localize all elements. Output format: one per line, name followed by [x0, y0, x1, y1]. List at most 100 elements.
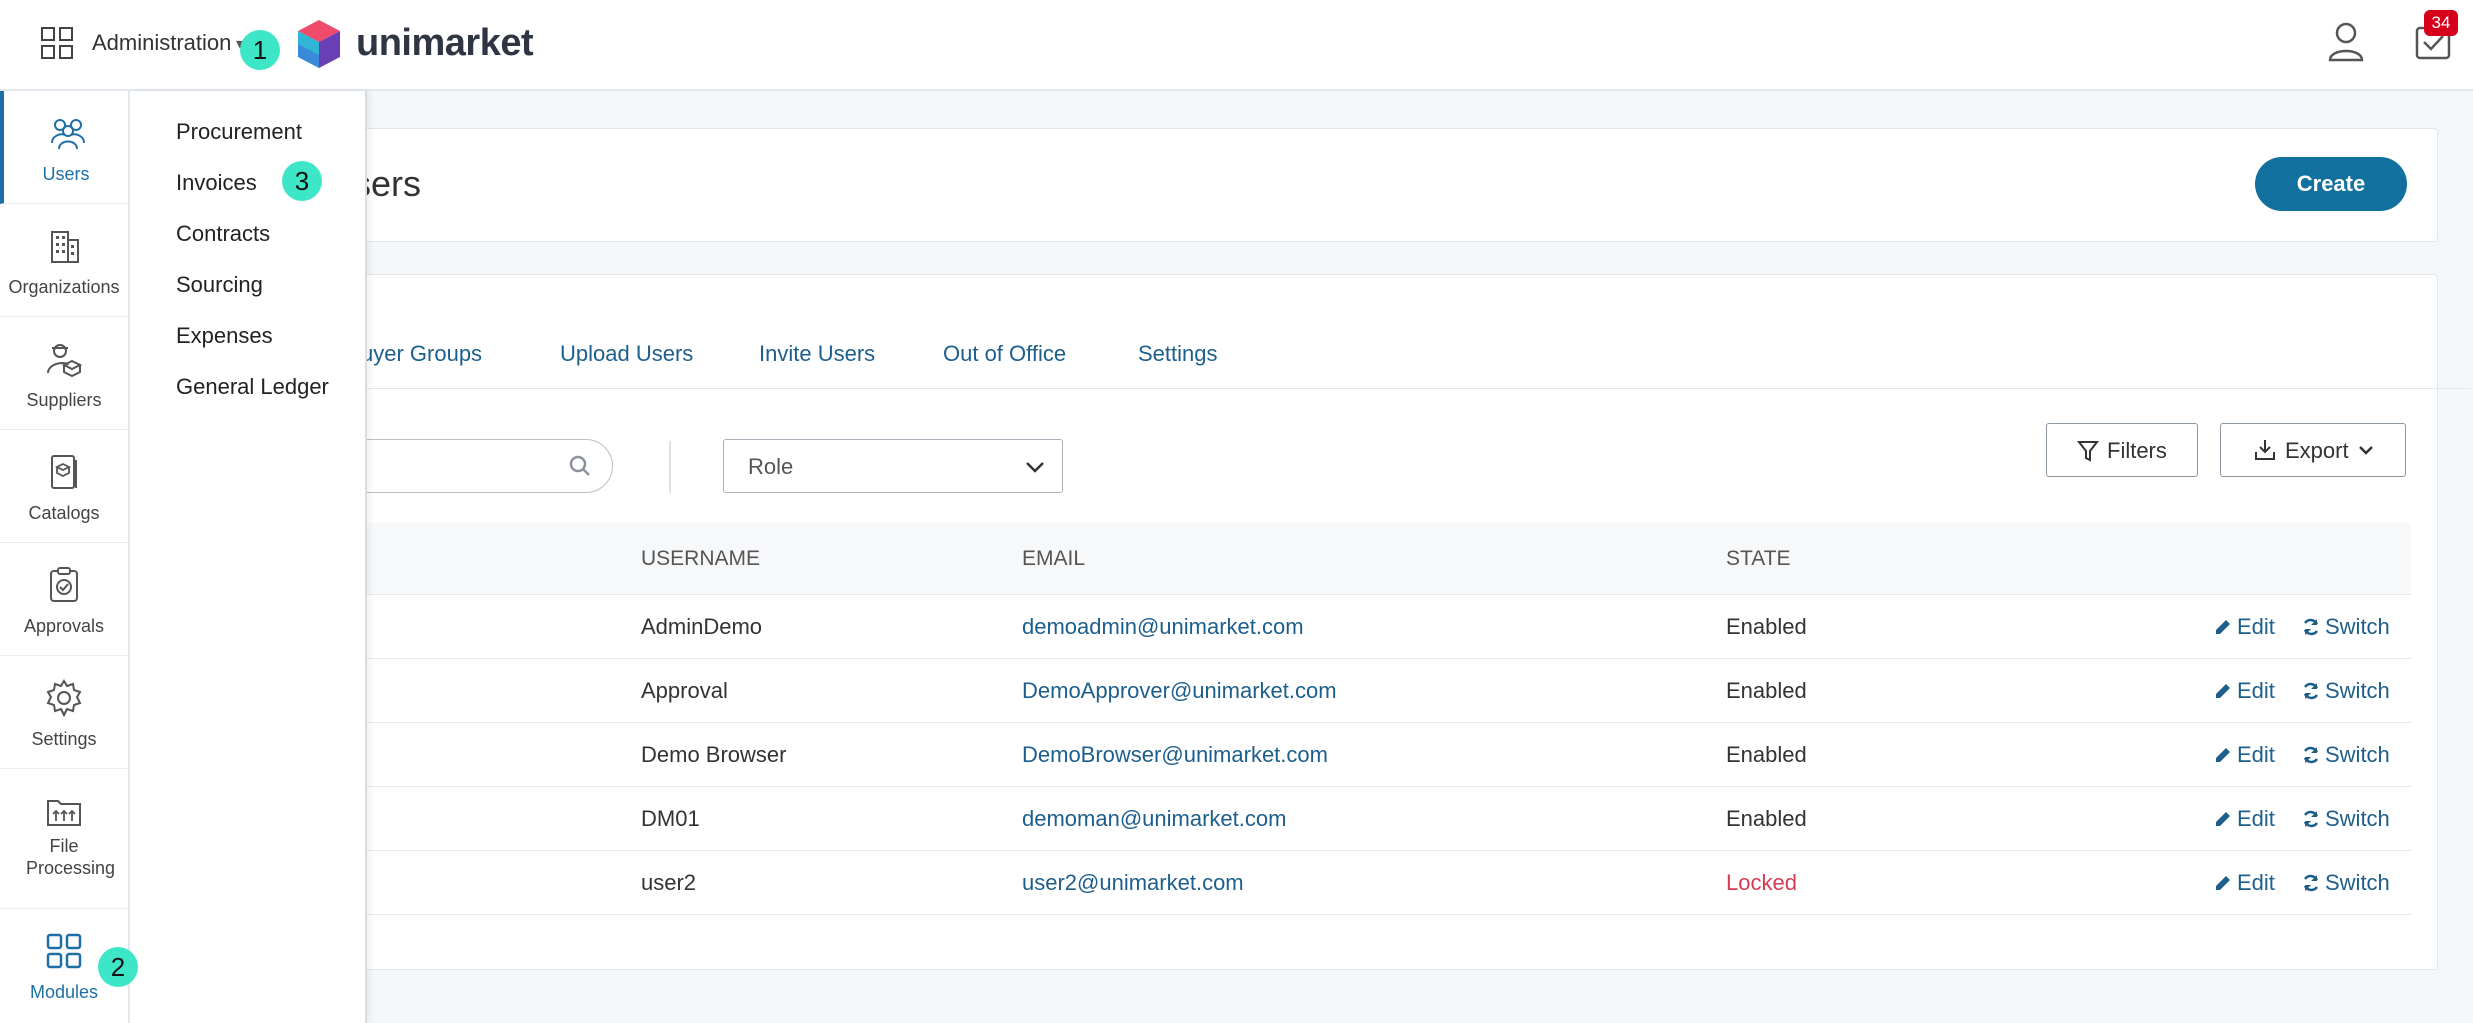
annotation-marker-3: 3	[282, 161, 322, 201]
role-select[interactable]: Role	[723, 439, 1063, 493]
email-link[interactable]: demoadmin@unimarket.com	[1022, 614, 1304, 640]
username-cell: AdminDemo	[641, 614, 763, 639]
column-header-username[interactable]: USERNAME	[641, 547, 760, 571]
state-cell-locked: Locked	[1726, 870, 1797, 895]
users-icon	[51, 119, 85, 150]
email-link[interactable]: demoman@unimarket.com	[1022, 806, 1286, 832]
pencil-icon	[2216, 620, 2230, 634]
table-row: r Demo Browser DemoBrowser@unimarket.com…	[301, 723, 2411, 787]
sidebar-item-label: Approvals	[23, 616, 105, 636]
filters-button[interactable]: Filters	[2046, 423, 2198, 477]
filter-divider	[669, 441, 671, 493]
edit-link[interactable]: Edit	[2213, 806, 2275, 832]
sidebar-item-label: Suppliers	[26, 390, 102, 410]
edit-link[interactable]: Edit	[2213, 678, 2275, 704]
switch-link-label: Switch	[2325, 870, 2390, 895]
switch-link[interactable]: Switch	[2301, 614, 2390, 640]
sidebar-item-file-processing[interactable]: File Processing	[0, 769, 128, 909]
module-switcher-label[interactable]: Administration	[92, 30, 231, 56]
sidebar: Users Organizations Suppliers Catalogs A…	[0, 91, 130, 1023]
file-processing-icon	[47, 800, 81, 826]
module-menu: Procurement Invoices Contracts Sourcing …	[130, 91, 367, 1023]
username-cell: DM01	[641, 806, 700, 831]
sidebar-item-label: Organizations	[8, 277, 120, 297]
users-card: uyer Groups Upload Users Invite Users Ou…	[299, 274, 2471, 970]
switch-link[interactable]: Switch	[2301, 806, 2390, 832]
state-cell: Enabled	[1726, 742, 1807, 767]
modules-grid-icon	[46, 933, 82, 969]
edit-link-label: Edit	[2237, 806, 2275, 831]
apps-grid-icon[interactable]	[40, 26, 74, 60]
table-row: er Approval DemoApprover@unimarket.com E…	[301, 659, 2411, 723]
unimarket-logo-icon	[298, 20, 340, 68]
sidebar-item-catalogs[interactable]: Catalogs	[0, 430, 128, 543]
role-select-value: Role	[748, 454, 794, 479]
state-cell: Enabled	[1726, 614, 1807, 639]
pencil-icon	[2216, 684, 2230, 698]
table-row: r DM01 demoman@unimarket.com Enabled Edi…	[301, 787, 2411, 851]
filters-button-label: Filters	[2107, 438, 2167, 463]
state-cell: Enabled	[1726, 806, 1807, 831]
email-link[interactable]: user2@unimarket.com	[1022, 870, 1244, 896]
tab-invite-users[interactable]: Invite Users	[759, 341, 875, 367]
email-link[interactable]: DemoApprover@unimarket.com	[1022, 678, 1337, 704]
page-header-card: sers Create	[300, 128, 2438, 242]
switch-link[interactable]: Switch	[2301, 678, 2390, 704]
switch-link[interactable]: Switch	[2301, 742, 2390, 768]
brand-name: unimarket	[356, 22, 534, 64]
sidebar-item-organizations[interactable]: Organizations	[0, 204, 128, 317]
edit-link[interactable]: Edit	[2213, 870, 2275, 896]
pencil-icon	[2216, 876, 2230, 890]
module-item-invoices[interactable]: Invoices	[176, 170, 257, 196]
pencil-icon	[2216, 748, 2230, 762]
sidebar-item-suppliers[interactable]: Suppliers	[0, 317, 128, 430]
module-item-procurement[interactable]: Procurement	[176, 119, 302, 145]
switch-link-label: Switch	[2325, 614, 2390, 639]
tab-settings[interactable]: Settings	[1138, 341, 1218, 367]
sidebar-item-label: File Processing	[26, 836, 116, 878]
table-row: AdminDemo demoadmin@unimarket.com Enable…	[301, 595, 2411, 659]
user-profile-icon[interactable]	[2326, 20, 2366, 62]
edit-link-label: Edit	[2237, 614, 2275, 639]
tab-out-of-office[interactable]: Out of Office	[943, 341, 1066, 367]
filter-funnel-icon	[2077, 441, 2099, 462]
switch-refresh-icon	[2303, 874, 2319, 892]
export-button[interactable]: Export	[2220, 423, 2406, 477]
search-icon[interactable]	[568, 454, 592, 478]
sidebar-item-approvals[interactable]: Approvals	[0, 543, 128, 656]
approval-icon	[50, 567, 78, 602]
sidebar-item-label: Users	[42, 164, 90, 184]
sidebar-item-users[interactable]: Users	[0, 91, 128, 204]
top-bar: Administration ▾ unimarket 34	[0, 0, 2473, 91]
module-item-general-ledger[interactable]: General Ledger	[176, 374, 329, 400]
building-icon	[51, 231, 79, 263]
edit-link[interactable]: Edit	[2213, 614, 2275, 640]
module-item-sourcing[interactable]: Sourcing	[176, 272, 263, 298]
module-item-expenses[interactable]: Expenses	[176, 323, 273, 349]
create-button[interactable]: Create	[2255, 157, 2407, 211]
email-link[interactable]: DemoBrowser@unimarket.com	[1022, 742, 1328, 768]
switch-link-label: Switch	[2325, 742, 2390, 767]
table-row: user2 user2@unimarket.com Locked Edit Sw…	[301, 851, 2411, 915]
notification-count-badge: 34	[2424, 10, 2458, 36]
sidebar-item-settings[interactable]: Settings	[0, 656, 128, 769]
column-header-email[interactable]: EMAIL	[1022, 547, 1085, 571]
tab-upload-users[interactable]: Upload Users	[560, 341, 693, 367]
export-download-icon	[2255, 440, 2275, 460]
column-header-state[interactable]: STATE	[1726, 547, 1791, 571]
edit-link-label: Edit	[2237, 678, 2275, 703]
switch-link[interactable]: Switch	[2301, 870, 2390, 896]
module-item-contracts[interactable]: Contracts	[176, 221, 270, 247]
catalog-icon	[51, 455, 77, 489]
annotation-marker-2: 2	[98, 947, 138, 987]
sidebar-item-label: Settings	[31, 729, 97, 749]
state-cell: Enabled	[1726, 678, 1807, 703]
tab-bar: uyer Groups Upload Users Invite Users Ou…	[361, 341, 2471, 389]
edit-link[interactable]: Edit	[2213, 742, 2275, 768]
gear-icon	[46, 679, 82, 718]
username-cell: Approval	[641, 678, 728, 703]
switch-link-label: Switch	[2325, 806, 2390, 831]
table-header: USERNAME EMAIL STATE	[301, 523, 2411, 595]
tab-buyer-groups[interactable]: uyer Groups	[361, 341, 482, 367]
chevron-down-icon	[1026, 462, 1044, 473]
